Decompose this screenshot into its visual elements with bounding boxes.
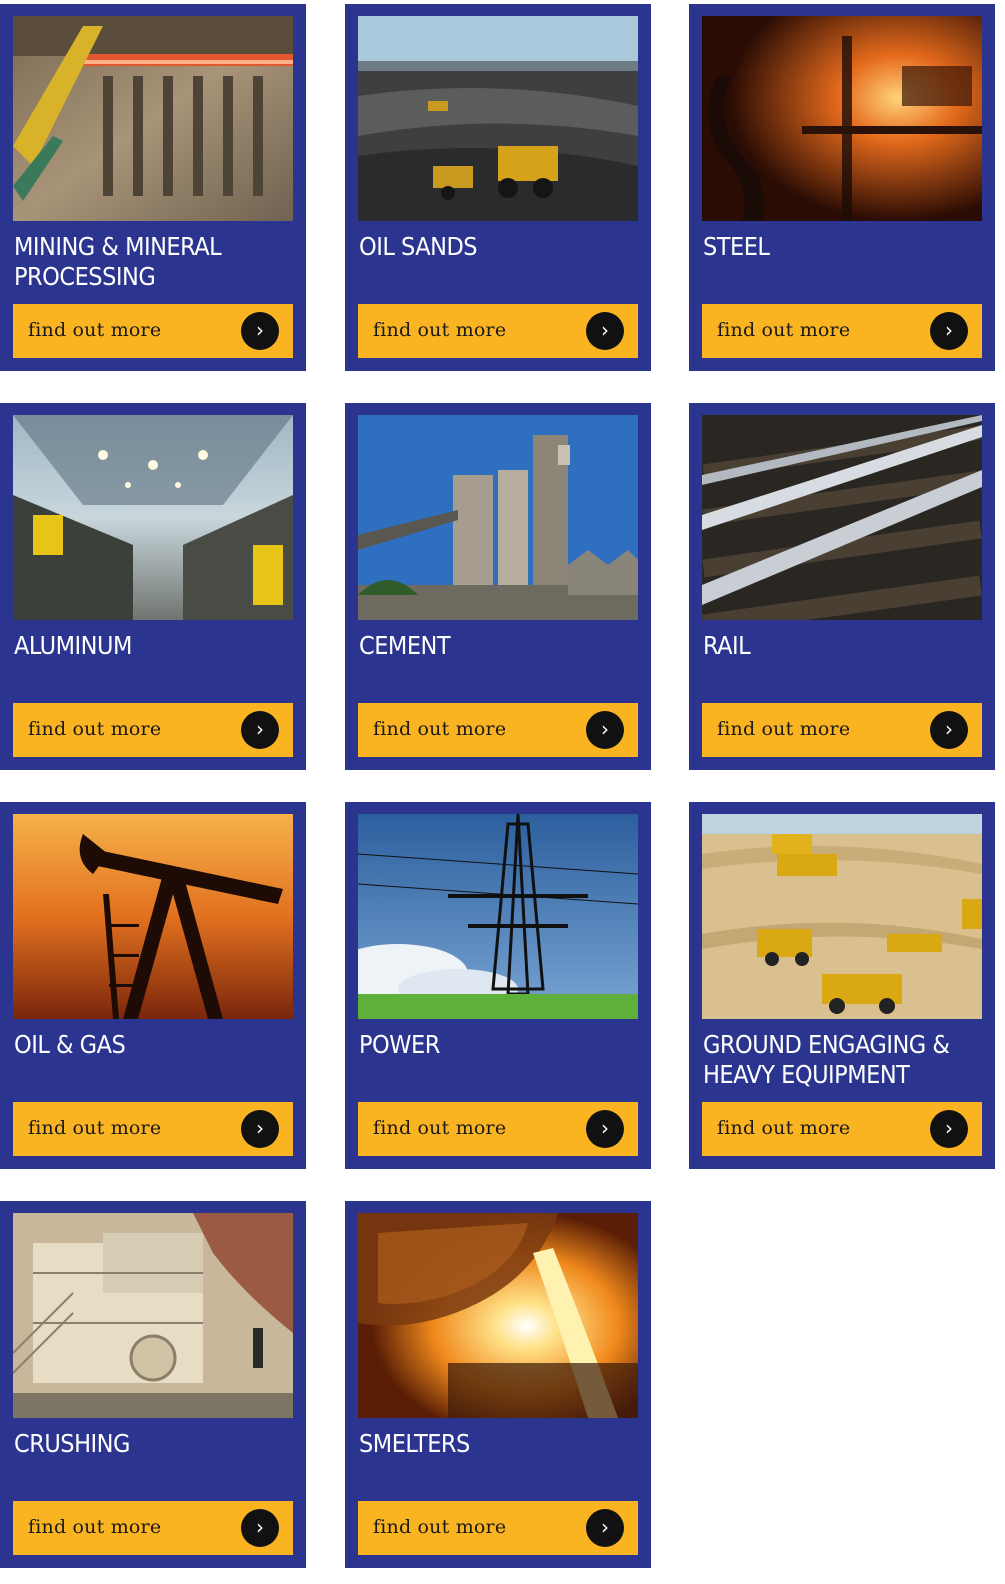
industry-card-power[interactable]: POWER find out more › <box>345 802 651 1169</box>
chevron-right-icon: › <box>930 711 968 749</box>
chevron-right-icon: › <box>241 312 279 350</box>
chevron-right-icon: › <box>586 711 624 749</box>
industry-card-ground-engaging[interactable]: GROUND ENGAGING & HEAVY EQUIPMENT find o… <box>689 802 995 1169</box>
industry-card-oil-sands[interactable]: OIL SANDS find out more › <box>345 4 651 371</box>
button-label: find out more <box>373 1117 507 1139</box>
find-out-more-button[interactable]: find out more › <box>13 304 293 358</box>
chevron-right-icon: › <box>930 312 968 350</box>
crusher-plant-image[interactable] <box>13 1213 293 1418</box>
card-title: POWER <box>359 1030 440 1059</box>
industry-card-cement[interactable]: CEMENT find out more › <box>345 403 651 770</box>
card-title: OIL SANDS <box>359 232 478 261</box>
rail-tracks-image[interactable] <box>702 415 982 620</box>
button-label: find out more <box>717 1117 851 1139</box>
oil-pumpjack-image[interactable] <box>13 814 293 1019</box>
card-title: GROUND ENGAGING & HEAVY EQUIPMENT <box>703 1030 950 1089</box>
find-out-more-button[interactable]: find out more › <box>13 1501 293 1555</box>
oil-sands-mine-image[interactable] <box>358 16 638 221</box>
find-out-more-button[interactable]: find out more › <box>13 703 293 757</box>
find-out-more-button[interactable]: find out more › <box>702 703 982 757</box>
find-out-more-button[interactable]: find out more › <box>358 304 638 358</box>
card-title: RAIL <box>703 631 751 660</box>
card-title: MINING & MINERAL PROCESSING <box>14 232 222 291</box>
cement-plant-image[interactable] <box>358 415 638 620</box>
aluminum-smelter-hall-image[interactable] <box>13 415 293 620</box>
button-label: find out more <box>28 718 162 740</box>
industry-card-crushing[interactable]: CRUSHING find out more › <box>0 1201 306 1568</box>
chevron-right-icon: › <box>241 1509 279 1547</box>
industry-card-smelters[interactable]: SMELTERS find out more › <box>345 1201 651 1568</box>
button-label: find out more <box>373 319 507 341</box>
industry-card-steel[interactable]: STEEL find out more › <box>689 4 995 371</box>
button-label: find out more <box>717 718 851 740</box>
chevron-right-icon: › <box>241 711 279 749</box>
find-out-more-button[interactable]: find out more › <box>702 304 982 358</box>
button-label: find out more <box>28 1117 162 1139</box>
find-out-more-button[interactable]: find out more › <box>702 1102 982 1156</box>
card-title: STEEL <box>703 232 770 261</box>
haul-trucks-image[interactable] <box>702 814 982 1019</box>
card-title: OIL & GAS <box>14 1030 126 1059</box>
chevron-right-icon: › <box>586 1509 624 1547</box>
industry-card-mining[interactable]: MINING & MINERAL PROCESSING find out mor… <box>0 4 306 371</box>
card-title: CRUSHING <box>14 1429 130 1458</box>
industry-card-rail[interactable]: RAIL find out more › <box>689 403 995 770</box>
button-label: find out more <box>373 1516 507 1538</box>
industry-card-oil-gas[interactable]: OIL & GAS find out more › <box>0 802 306 1169</box>
industry-card-aluminum[interactable]: ALUMINUM find out more › <box>0 403 306 770</box>
power-pylon-image[interactable] <box>358 814 638 1019</box>
button-label: find out more <box>373 718 507 740</box>
chevron-right-icon: › <box>586 312 624 350</box>
chevron-right-icon: › <box>241 1110 279 1148</box>
find-out-more-button[interactable]: find out more › <box>358 1501 638 1555</box>
mining-furnace-image[interactable] <box>13 16 293 221</box>
find-out-more-button[interactable]: find out more › <box>13 1102 293 1156</box>
button-label: find out more <box>717 319 851 341</box>
chevron-right-icon: › <box>930 1110 968 1148</box>
card-title: CEMENT <box>359 631 451 660</box>
industries-grid: MINING & MINERAL PROCESSING find out mor… <box>0 0 1005 1584</box>
steel-mill-image[interactable] <box>702 16 982 221</box>
card-title: ALUMINUM <box>14 631 132 660</box>
chevron-right-icon: › <box>586 1110 624 1148</box>
molten-metal-pour-image[interactable] <box>358 1213 638 1418</box>
button-label: find out more <box>28 319 162 341</box>
button-label: find out more <box>28 1516 162 1538</box>
card-title: SMELTERS <box>359 1429 470 1458</box>
find-out-more-button[interactable]: find out more › <box>358 703 638 757</box>
find-out-more-button[interactable]: find out more › <box>358 1102 638 1156</box>
